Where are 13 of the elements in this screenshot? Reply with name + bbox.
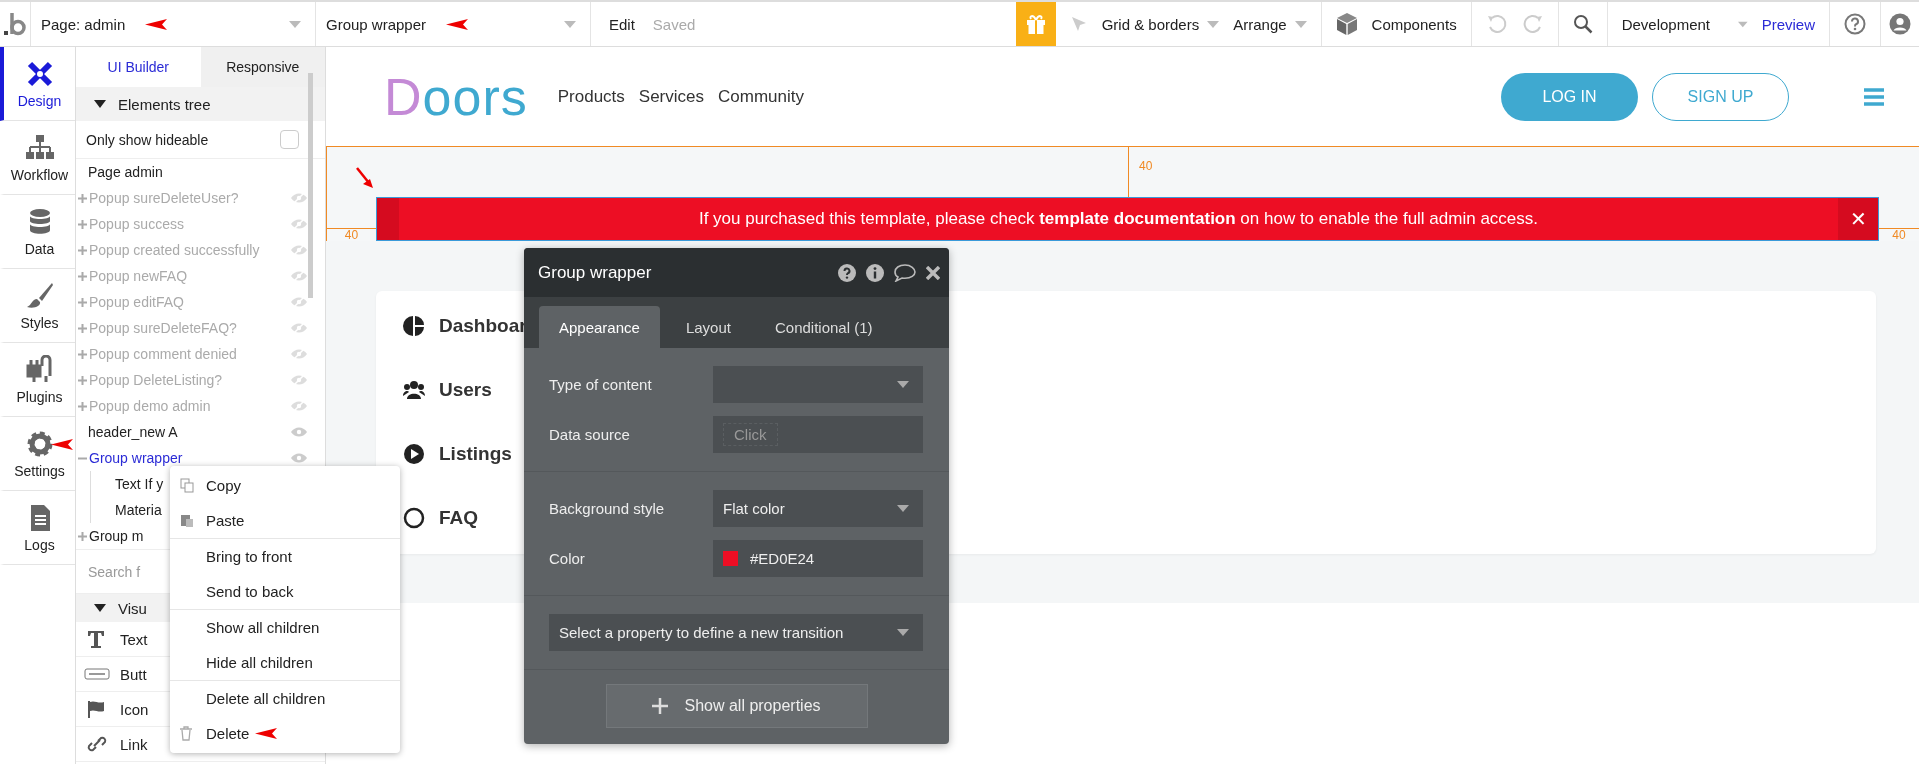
alert-message: If you purchased this template, please check template documentation on how to enable the full admin access. (697, 209, 1540, 229)
spacing-label: 40 (344, 228, 359, 242)
property-label: Background style (549, 500, 666, 517)
section-title: Elements tree (118, 95, 211, 113)
spacing-label: 40 (1892, 228, 1906, 242)
spacing-label: 40 (1139, 159, 1153, 175)
save-status: Saved (652, 15, 696, 33)
property-label: Color (549, 550, 586, 567)
editor-title: Group wrapper (538, 262, 652, 283)
section-title: Visu (118, 599, 147, 617)
property-label: Data source (549, 426, 631, 443)
property-label: Type of content (549, 376, 653, 393)
filter-label: Only show hideable (86, 131, 209, 148)
